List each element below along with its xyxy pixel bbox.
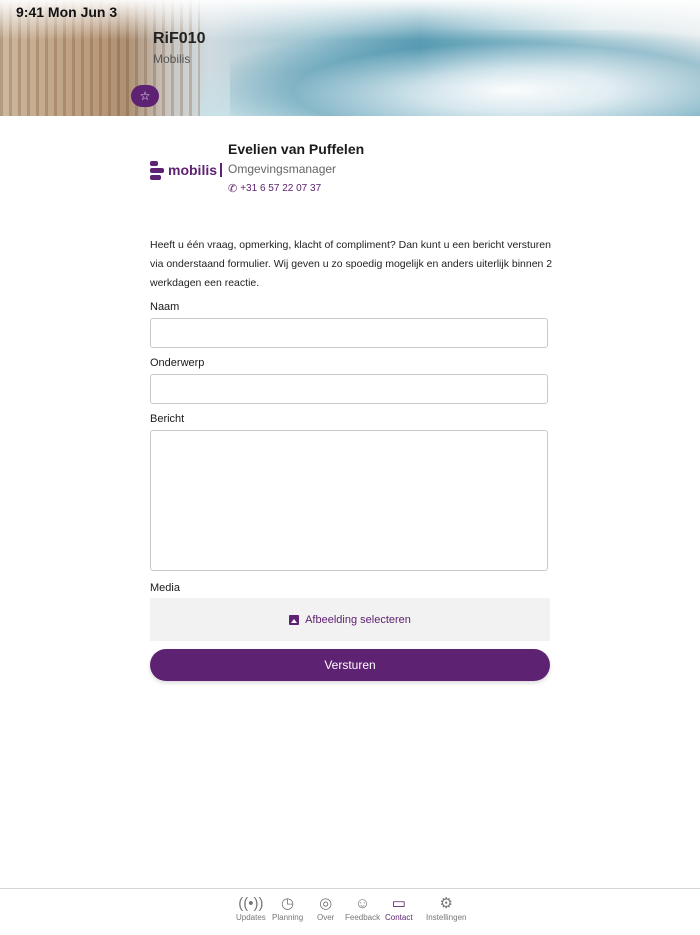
subject-label: Onderwerp [150, 357, 205, 369]
logo-divider [220, 163, 223, 177]
submit-button[interactable]: Versturen [150, 649, 550, 681]
tab-label: Over [317, 913, 335, 922]
fingerprint-icon: ◎ [319, 895, 333, 912]
tab-label: Planning [272, 913, 304, 922]
logo-wordmark: mobilis [168, 162, 218, 178]
logo-mark [150, 160, 164, 180]
favorite-button[interactable]: ☆ [131, 85, 159, 107]
status-bar-time: 9:41 Mon Jun 3 [16, 4, 118, 20]
tab-bar: ((•)) Updates ◷ Planning ◎ Over ☺ Feedba… [0, 888, 700, 935]
contact-phone-number: +31 6 57 22 07 37 [240, 183, 322, 194]
media-label: Media [150, 582, 180, 594]
tab-over[interactable]: ◎ Over [317, 895, 334, 922]
name-label: Naam [150, 301, 180, 313]
company-logo: mobilis [150, 158, 223, 182]
tab-contact[interactable]: ▭ Contact [385, 895, 413, 922]
message-textarea[interactable] [150, 430, 548, 571]
subject-field[interactable] [150, 374, 548, 404]
broadcast-icon: ((•)) [238, 895, 264, 912]
smiley-icon: ☺ [354, 895, 371, 912]
message-label: Bericht [150, 413, 185, 425]
page-title: RiF010 [153, 30, 206, 47]
select-image-button[interactable]: Afbeelding selecteren [150, 598, 550, 641]
clock-icon: ◷ [281, 895, 295, 912]
tab-label: Instellingen [426, 913, 467, 922]
contact-phone-link[interactable]: ✆ +31 6 57 22 07 37 [228, 182, 321, 195]
name-field[interactable] [150, 318, 548, 348]
intro-text: Heeft u één vraag, opmerking, klacht of … [150, 239, 553, 289]
contact-role: Omgevingsmanager [228, 162, 337, 176]
tab-label: Updates [236, 913, 266, 922]
contact-name: Evelien van Puffelen [228, 141, 365, 157]
select-image-label: Afbeelding selecteren [305, 613, 411, 626]
gear-icon: ⚙ [439, 895, 453, 912]
tab-planning[interactable]: ◷ Planning [272, 895, 303, 922]
phone-icon: ✆ [228, 183, 238, 195]
tab-instellingen[interactable]: ⚙ Instellingen [426, 895, 466, 922]
tab-label: Feedback [345, 913, 381, 922]
banner-wave [230, 30, 700, 116]
image-icon [289, 614, 300, 625]
tab-updates[interactable]: ((•)) Updates [236, 895, 266, 922]
tab-label: Contact [385, 913, 413, 922]
chat-icon: ▭ [391, 895, 406, 912]
page-subtitle: Mobilis [153, 52, 191, 66]
star-icon: ☆ [139, 89, 151, 103]
tab-feedback[interactable]: ☺ Feedback [345, 895, 380, 922]
